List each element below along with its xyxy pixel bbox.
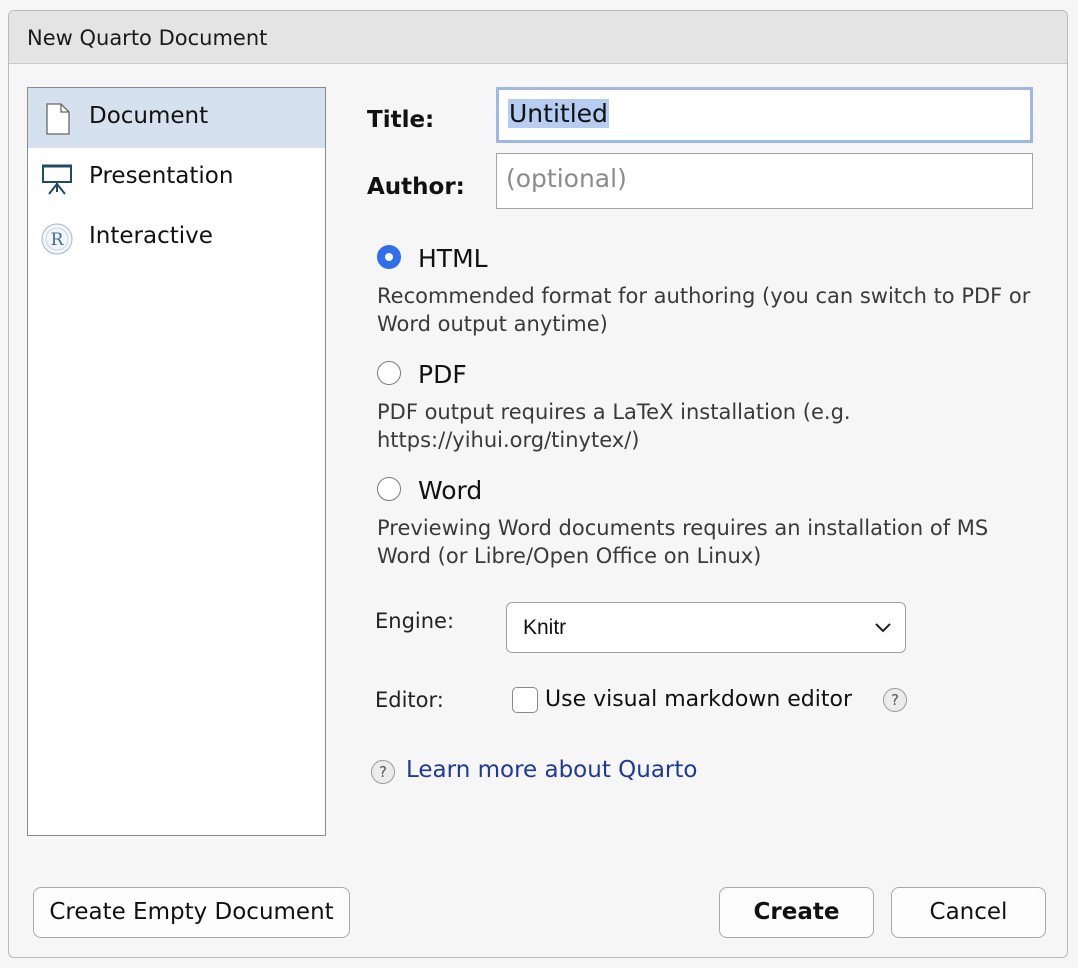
pdf-radio-label[interactable]: PDF bbox=[418, 360, 467, 389]
editor-label: Editor: bbox=[375, 688, 444, 712]
author-input-placeholder: (optional) bbox=[506, 164, 627, 193]
create-empty-document-button[interactable]: Create Empty Document bbox=[33, 887, 350, 938]
visual-editor-help-icon[interactable]: ? bbox=[883, 688, 907, 712]
chevron-down-icon bbox=[875, 623, 891, 633]
visual-editor-checkbox[interactable] bbox=[512, 687, 538, 713]
html-radio[interactable] bbox=[377, 245, 401, 269]
engine-label: Engine: bbox=[375, 609, 455, 633]
presentation-icon bbox=[42, 164, 72, 195]
dialog-titlebar[interactable]: New Quarto Document bbox=[9, 11, 1067, 64]
new-quarto-document-dialog: New Quarto Document Document Presentatio… bbox=[8, 10, 1068, 958]
author-label: Author: bbox=[367, 174, 465, 200]
learn-more-link[interactable]: Learn more about Quarto bbox=[406, 757, 697, 783]
r-logo-icon: R bbox=[41, 223, 73, 255]
svg-text:R: R bbox=[51, 230, 65, 250]
sidebar-item-label: Presentation bbox=[89, 163, 234, 189]
engine-select[interactable]: Knitr bbox=[506, 602, 906, 653]
title-input-value: Untitled bbox=[508, 99, 609, 128]
pdf-radio[interactable] bbox=[377, 361, 401, 385]
create-button[interactable]: Create bbox=[719, 887, 874, 938]
learn-more-help-icon[interactable]: ? bbox=[371, 760, 395, 784]
visual-editor-label[interactable]: Use visual markdown editor bbox=[545, 687, 852, 712]
word-description: Previewing Word documents requires an in… bbox=[377, 516, 989, 568]
document-icon bbox=[46, 103, 70, 135]
html-description: Recommended format for authoring (you ca… bbox=[377, 284, 1031, 336]
cancel-button[interactable]: Cancel bbox=[891, 887, 1046, 938]
title-label: Title: bbox=[367, 107, 435, 133]
title-input[interactable]: Untitled bbox=[496, 87, 1033, 143]
pdf-description: PDF output requires a LaTeX installation… bbox=[377, 400, 851, 452]
sidebar-item-interactive[interactable]: R Interactive bbox=[28, 208, 325, 268]
html-radio-label[interactable]: HTML bbox=[418, 244, 488, 273]
author-input[interactable]: (optional) bbox=[496, 153, 1033, 209]
sidebar-item-presentation[interactable]: Presentation bbox=[28, 148, 325, 208]
dialog-title: New Quarto Document bbox=[27, 26, 268, 50]
word-radio-label[interactable]: Word bbox=[418, 476, 482, 505]
document-type-list: Document Presentation R Interactive bbox=[27, 87, 326, 836]
sidebar-item-label: Interactive bbox=[89, 223, 213, 249]
word-radio[interactable] bbox=[377, 477, 401, 501]
sidebar-item-document[interactable]: Document bbox=[28, 88, 325, 148]
sidebar-item-label: Document bbox=[89, 103, 209, 129]
engine-select-value: Knitr bbox=[523, 616, 567, 639]
